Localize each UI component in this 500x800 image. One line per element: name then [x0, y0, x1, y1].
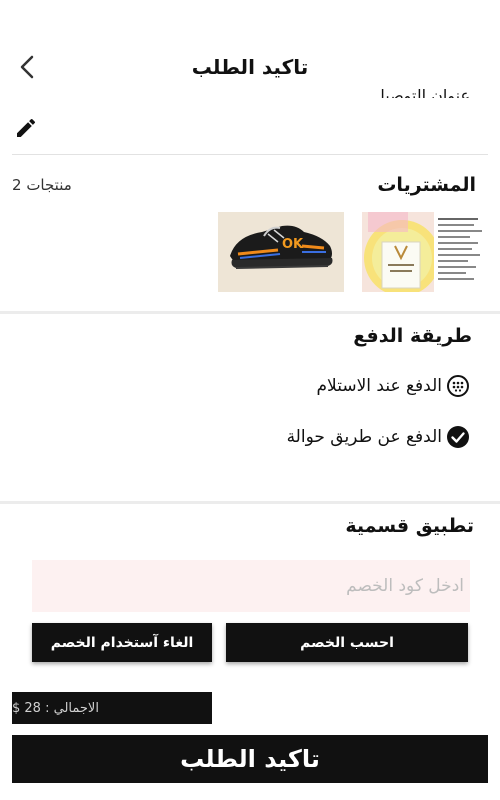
total-box: الاجمالي : 28 $ [12, 692, 212, 724]
payment-option-label: الدفع عن طريق حوالة [286, 427, 442, 447]
payment-option-bank-transfer[interactable]: الدفع عن طريق حوالة [287, 425, 470, 449]
payment-method-title: طريقة الدفع [353, 325, 472, 347]
svg-text:OK: OK [282, 237, 304, 252]
products-title: المشتريات [377, 174, 476, 196]
pencil-icon [17, 118, 36, 137]
total-label: الاجمالي : [45, 700, 99, 716]
payment-option-label: الدفع عند الاستلام [316, 376, 442, 396]
payment-option-cash-on-delivery[interactable]: الدفع عند الاستلام [317, 374, 470, 398]
divider [12, 154, 488, 155]
discount-title: تطبيق قسمية [345, 515, 474, 537]
section-divider [0, 501, 500, 504]
page-title: تاكيد الطلب [191, 55, 309, 79]
products-count: 2 منتجات [12, 176, 72, 194]
app-header: تاكيد الطلب عنوان التوصيل [0, 0, 500, 100]
confirm-order-button[interactable]: تاكيد الطلب [12, 735, 488, 783]
edit-address-button[interactable] [12, 114, 40, 142]
total-value: 28 $ [12, 700, 41, 716]
product-cosmetic-box-image[interactable] [362, 212, 490, 292]
address-peek-text: عنوان التوصيل [373, 88, 470, 98]
section-divider [0, 311, 500, 314]
product-sneaker-image[interactable]: OK [218, 212, 344, 292]
dots-circle-icon [447, 375, 469, 397]
cancel-discount-button[interactable]: الغاء آستخدام الخصم [32, 623, 212, 662]
calculate-discount-button[interactable]: احسب الخصم [226, 623, 468, 662]
discount-code-input[interactable] [32, 560, 470, 612]
check-circle-icon [447, 426, 469, 448]
